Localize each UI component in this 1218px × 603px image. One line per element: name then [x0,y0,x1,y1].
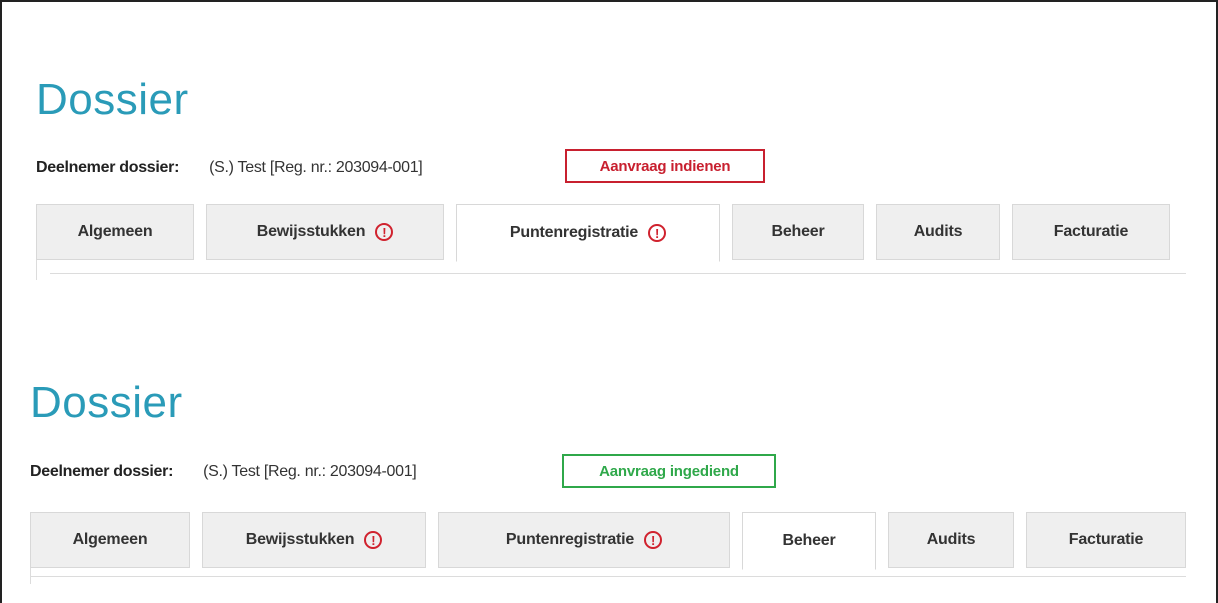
tab-label: Beheer [771,223,825,240]
exclamation-circle-icon: ! [375,223,394,241]
tab-label: Beheer [782,532,836,549]
participant-value: (S.) Test [Reg. nr.: 203094-001] [209,159,423,176]
tab-bar: Algemeen Bewijsstukken ! Puntenregistrat… [30,512,1198,570]
participant-row: Deelnemer dossier: (S.) Test [Reg. nr.: … [36,149,423,187]
tab-label: Algemeen [72,531,148,548]
participant-row: Deelnemer dossier: (S.) Test [Reg. nr.: … [30,453,417,491]
content-border-top [50,273,1186,274]
tab-algemeen[interactable]: Algemeen [30,512,190,568]
tab-bewijsstukken[interactable]: Bewijsstukken ! [206,204,444,260]
content-border-top [30,576,1186,577]
tab-audits[interactable]: Audits [888,512,1014,568]
tab-label: Bewijsstukken [245,531,355,548]
tab-audits[interactable]: Audits [876,204,1000,260]
tab-label: Puntenregistratie [505,531,635,548]
tab-facturatie[interactable]: Facturatie [1026,512,1186,568]
tab-label: Bewijsstukken [256,223,366,240]
tab-label: Facturatie [1068,531,1144,548]
page-title: Dossier [36,75,189,124]
exclamation-circle-icon: ! [364,531,383,549]
tab-bar: Algemeen Bewijsstukken ! Puntenregistrat… [36,204,1182,262]
participant-label: Deelnemer dossier: [36,159,180,176]
tab-puntenregistratie[interactable]: Puntenregistratie ! [456,204,720,262]
submit-request-button[interactable]: Aanvraag indienen [565,149,765,183]
participant-value: (S.) Test [Reg. nr.: 203094-001] [203,463,417,480]
content-border-left [36,260,37,280]
exclamation-circle-icon: ! [648,224,667,242]
tab-label: Puntenregistratie [509,224,639,241]
tab-label: Audits [926,531,976,548]
tab-beheer[interactable]: Beheer [732,204,864,260]
tab-beheer[interactable]: Beheer [742,512,876,570]
tab-puntenregistratie[interactable]: Puntenregistratie ! [438,512,730,568]
exclamation-circle-icon: ! [644,531,663,549]
participant-label: Deelnemer dossier: [30,463,174,480]
tab-label: Audits [913,223,963,240]
tab-label: Algemeen [77,223,153,240]
request-submitted-button[interactable]: Aanvraag ingediend [562,454,776,488]
tab-label: Facturatie [1053,223,1129,240]
page-title: Dossier [30,378,183,427]
tab-algemeen[interactable]: Algemeen [36,204,194,260]
tab-facturatie[interactable]: Facturatie [1012,204,1170,260]
tab-bewijsstukken[interactable]: Bewijsstukken ! [202,512,426,568]
